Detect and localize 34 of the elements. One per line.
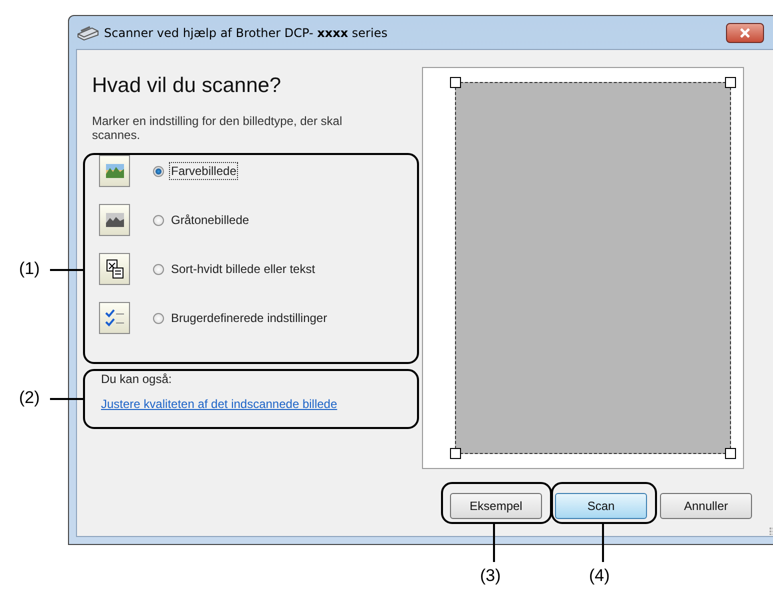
option-label[interactable]: Brugerdefinerede indstillinger: [170, 310, 328, 326]
callout-label: (4): [589, 566, 610, 586]
leader-line: [50, 269, 83, 271]
radio-button[interactable]: [153, 166, 164, 176]
leader-line: [50, 398, 83, 400]
option-label[interactable]: Gråtonebillede: [170, 212, 250, 228]
instruction-text: Marker en indstilling for den billedtype, der skal scannes.: [92, 114, 344, 142]
crop-handle[interactable]: [725, 448, 736, 459]
adjust-quality-link[interactable]: Justere kvaliteten af det indscannede billede: [101, 397, 338, 411]
window-title: Scanner ved hjælp af Brother DCP- xxxx series: [104, 26, 388, 40]
callout-label: (3): [480, 566, 501, 586]
checklist-icon: [102, 307, 126, 329]
callout-label: (1): [19, 259, 40, 279]
radio-button[interactable]: [153, 264, 164, 274]
option-icon-button[interactable]: [99, 204, 130, 236]
option-label[interactable]: Sort-hvidt billede eller tekst: [170, 261, 316, 277]
crop-handle[interactable]: [725, 77, 736, 88]
radio-button[interactable]: [153, 312, 164, 324]
dialog-button[interactable]: Annuller: [660, 493, 752, 519]
close-button[interactable]: [726, 22, 764, 42]
dialog-button[interactable]: Scan: [555, 493, 647, 519]
dialog-button[interactable]: Eksempel: [450, 493, 542, 519]
leader-line: [493, 524, 495, 562]
leader-line: [602, 524, 604, 562]
crop-handle[interactable]: [450, 448, 461, 459]
close-icon: [739, 28, 751, 38]
option-label[interactable]: Farvebillede: [170, 163, 238, 179]
scanner-icon: [77, 24, 99, 40]
radio-button[interactable]: [153, 214, 164, 226]
callout-label: (2): [19, 388, 40, 408]
option-icon-button[interactable]: [99, 253, 130, 285]
section-label: Du kan også:: [101, 372, 173, 386]
crop-handle[interactable]: [450, 77, 461, 88]
dialog-heading: Hvad vil du scanne?: [92, 74, 282, 98]
